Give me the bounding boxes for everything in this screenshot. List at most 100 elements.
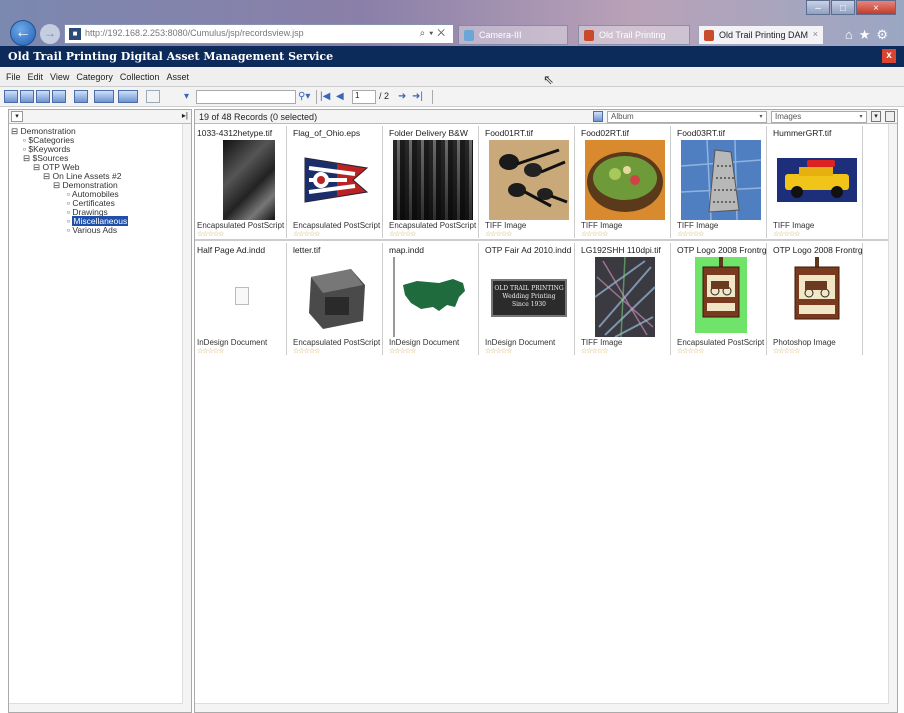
address-bar[interactable]: ■ http://192.168.2.253:8080/Cumulus/jsp/… <box>64 24 454 44</box>
ad-line: Wedding Printing <box>502 293 556 300</box>
search-input[interactable] <box>196 90 296 104</box>
minimize-button[interactable]: – <box>806 0 830 15</box>
collapse-pane-icon[interactable]: ▸| <box>182 111 188 120</box>
record-card[interactable]: LG192SHH 110dpi.tif TIFF Image ☆☆☆☆☆ <box>579 243 671 355</box>
record-filetype: TIFF Image <box>581 338 623 347</box>
address-tools-icons[interactable]: ⌕▾✕ <box>420 28 449 39</box>
record-card[interactable]: Flag_of_Ohio.eps Encapsulated PostScript… <box>291 126 383 238</box>
chart-tool-button[interactable] <box>146 90 160 103</box>
tab-camera[interactable]: Camera-III <box>458 25 568 45</box>
rating-stars[interactable]: ☆☆☆☆☆ <box>581 347 608 355</box>
record-card[interactable]: Food02RT.tif TIFF Image ☆☆☆☆☆ <box>579 126 671 238</box>
details-view-button[interactable] <box>36 90 50 103</box>
app-close-button[interactable]: x <box>882 49 896 63</box>
home-icon[interactable]: ⌂ <box>845 27 859 42</box>
rating-stars[interactable]: ☆☆☆☆☆ <box>389 347 416 355</box>
page-total: / 2 <box>379 91 390 101</box>
rating-stars[interactable]: ☆☆☆☆☆ <box>581 230 608 238</box>
menu-collection[interactable]: Collection <box>120 72 160 86</box>
save-button[interactable] <box>74 90 88 103</box>
otp-logo-white-image <box>777 257 857 337</box>
layout-button[interactable] <box>885 111 895 122</box>
record-card[interactable]: Food03RT.tif TIFF Image ☆☆☆☆☆ <box>675 126 767 238</box>
record-filetype: Encapsulated PostScript <box>293 338 381 347</box>
first-page-icon[interactable]: |◀ <box>320 91 330 102</box>
record-filename: OTP Logo 2008 Frontrg <box>773 245 863 255</box>
menu-edit[interactable]: Edit <box>28 72 44 86</box>
back-button[interactable]: ← <box>10 20 36 46</box>
menu-category[interactable]: Category <box>76 72 113 86</box>
maximize-button[interactable]: □ <box>831 0 855 15</box>
record-thumbnail <box>297 140 377 220</box>
record-filetype: InDesign Document <box>485 338 556 347</box>
toolbar-divider <box>432 90 433 104</box>
record-card[interactable]: Folder Delivery B&W Encapsulated PostScr… <box>387 126 479 238</box>
menu-asset[interactable]: Asset <box>166 72 189 86</box>
record-card[interactable]: 1033-4312hetype.tif Encapsulated PostScr… <box>195 126 287 238</box>
sort-field-select[interactable]: Album ▾ <box>607 111 767 123</box>
last-page-icon[interactable]: ➜| <box>412 91 423 102</box>
rating-stars[interactable]: ☆☆☆☆☆ <box>197 347 224 355</box>
dropdown-arrow-icon[interactable]: ▾ <box>184 91 189 102</box>
tab-old-trail-printing[interactable]: Old Trail Printing <box>578 25 690 45</box>
rating-stars[interactable]: ☆☆☆☆☆ <box>677 347 704 355</box>
view-select[interactable]: Images ▾ <box>771 111 867 123</box>
menu-view[interactable]: View <box>50 72 69 86</box>
record-card[interactable]: OTP Fair Ad 2010.indd OLD TRAIL PRINTING… <box>483 243 575 355</box>
records-pane: 19 of 48 Records (0 selected) Album ▾ Ima… <box>194 109 898 713</box>
thumbnail-view-button[interactable] <box>4 90 18 103</box>
record-card[interactable]: Food01RT.tif TIFF Image ☆☆☆☆☆ <box>483 126 575 238</box>
record-filename: letter.tif <box>293 245 321 255</box>
record-filetype: TIFF Image <box>485 221 527 230</box>
preview-button[interactable] <box>52 90 66 103</box>
previous-page-icon[interactable]: ◀ <box>336 91 344 102</box>
add-record-button[interactable] <box>94 90 114 103</box>
record-filetype: Encapsulated PostScript <box>293 221 381 230</box>
tab-close-icon[interactable]: × <box>813 29 818 39</box>
record-card[interactable]: map.indd InDesign Document ☆☆☆☆☆ <box>387 243 479 355</box>
record-thumbnail <box>297 257 377 337</box>
rating-stars[interactable]: ☆☆☆☆☆ <box>773 230 800 238</box>
rating-stars[interactable]: ☆☆☆☆☆ <box>773 347 800 355</box>
record-thumbnail <box>585 256 665 338</box>
menu-file[interactable]: File <box>6 72 21 86</box>
next-page-icon[interactable]: ➜ <box>398 91 406 102</box>
record-thumbnail <box>393 140 473 220</box>
window-close-button[interactable]: × <box>856 0 896 15</box>
list-view-button[interactable] <box>20 90 34 103</box>
tree-horizontal-scrollbar[interactable] <box>9 703 183 712</box>
sort-direction-button[interactable] <box>593 111 603 122</box>
record-card[interactable]: Half Page Ad.indd InDesign Document ☆☆☆☆… <box>195 243 287 355</box>
rating-stars[interactable]: ☆☆☆☆☆ <box>389 230 416 238</box>
forward-button[interactable]: → <box>40 24 60 44</box>
record-card[interactable]: OTP Logo 2008 Frontrg Photoshop Image ☆☆… <box>771 243 863 355</box>
records-vertical-scrollbar[interactable] <box>888 124 897 712</box>
tree-item[interactable]: ▫ Various Ads <box>67 226 117 235</box>
tree-dropdown[interactable]: ▾ <box>11 111 23 122</box>
rating-stars[interactable]: ☆☆☆☆☆ <box>293 347 320 355</box>
document-page-icon <box>235 287 249 305</box>
favorites-star-icon[interactable]: ★ <box>859 27 877 42</box>
rating-stars[interactable]: ☆☆☆☆☆ <box>485 347 512 355</box>
rating-stars[interactable]: ☆☆☆☆☆ <box>197 230 224 238</box>
rating-stars[interactable]: ☆☆☆☆☆ <box>485 230 512 238</box>
ad-line: OLD TRAIL PRINTING <box>494 285 564 292</box>
tab-favicon-icon <box>704 30 714 41</box>
record-card[interactable]: OTP Logo 2008 Frontrg Encapsulated PostS… <box>675 243 767 355</box>
rating-stars[interactable]: ☆☆☆☆☆ <box>677 230 704 238</box>
otp-logo-green-image <box>695 257 747 333</box>
settings-gear-icon[interactable]: ⚙ <box>876 27 894 42</box>
salad-bowl-image <box>585 140 665 220</box>
rating-stars[interactable]: ☆☆☆☆☆ <box>293 230 320 238</box>
record-card[interactable]: HummerGRT.tif TIFF Image ☆☆☆☆☆ <box>771 126 863 238</box>
tree-vertical-scrollbar[interactable] <box>182 124 191 712</box>
options-button[interactable]: ▾ <box>871 111 881 122</box>
records-horizontal-scrollbar[interactable] <box>195 703 889 712</box>
page-number-input[interactable]: 1 <box>352 90 376 104</box>
browser-chrome: – □ × ← → ■ http://192.168.2.253:8080/Cu… <box>0 0 904 46</box>
tab-old-trail-dam[interactable]: Old Trail Printing DAM × <box>698 25 824 45</box>
record-filename: map.indd <box>389 245 424 255</box>
remove-record-button[interactable] <box>118 90 138 103</box>
search-icon[interactable]: ⚲▾ <box>298 91 310 102</box>
record-card[interactable]: letter.tif Encapsulated PostScript ☆☆☆☆☆ <box>291 243 383 355</box>
